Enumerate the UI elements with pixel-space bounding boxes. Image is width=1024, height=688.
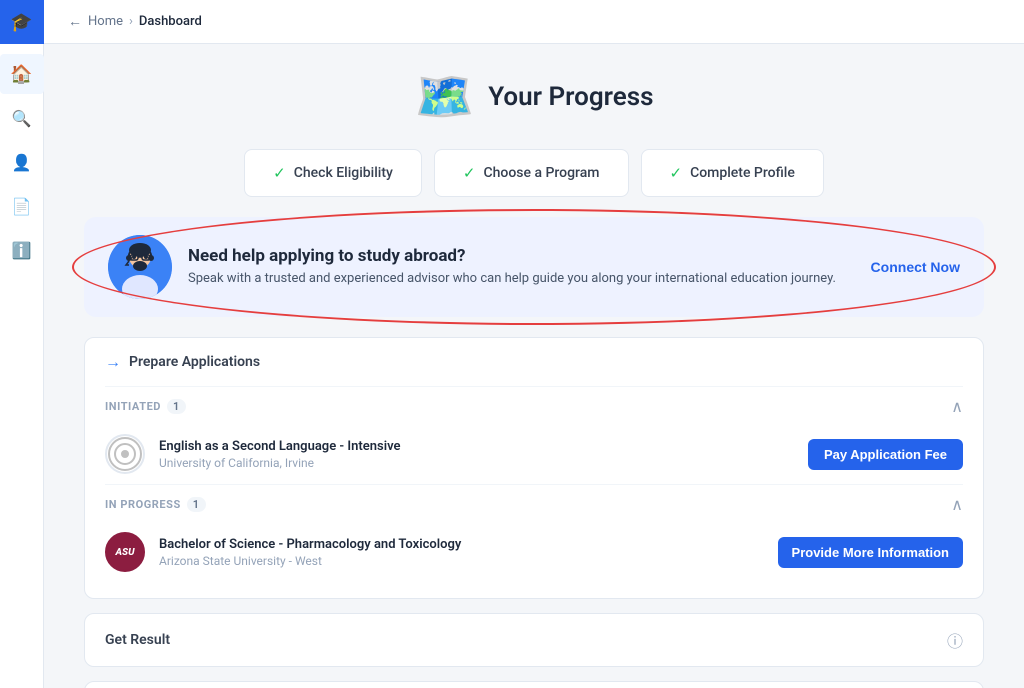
breadcrumb-separator: ›	[129, 14, 133, 29]
asu-app-name: Bachelor of Science - Pharmacology and T…	[159, 537, 764, 552]
help-title: Need help applying to study abroad?	[188, 246, 855, 266]
get-result-title: Get Result	[105, 632, 170, 648]
asu-logo: ASU	[105, 532, 145, 572]
applications-body: INITIATED 1 ∧ English a	[85, 386, 983, 598]
uci-app-name: English as a Second Language - Intensive	[159, 439, 794, 454]
sidebar-item-info[interactable]: ℹ️	[0, 230, 44, 270]
check-icon-program: ✓	[463, 164, 476, 182]
uci-school-name: University of California, Irvine	[159, 456, 794, 470]
connect-now-button[interactable]: Connect Now	[871, 259, 960, 275]
check-icon-eligibility: ✓	[273, 164, 286, 182]
breadcrumb-home[interactable]: Home	[88, 14, 123, 29]
step-label-profile: Complete Profile	[690, 165, 795, 181]
in-progress-text: IN PROGRESS	[105, 498, 181, 511]
in-progress-subsection-header: IN PROGRESS 1 ∧	[105, 484, 963, 522]
step-choose-program[interactable]: ✓ Choose a Program	[434, 149, 629, 197]
help-banner-wrapper: Need help applying to study abroad? Spea…	[84, 217, 984, 317]
get-result-section: Get Result ⓘ	[84, 613, 984, 667]
main-area: ← Home › Dashboard 🗺️ Your Progress ✓ Ch…	[44, 0, 1024, 688]
sidebar-item-search[interactable]: 🔍	[0, 98, 44, 138]
initiated-count: 1	[167, 399, 186, 414]
get-result-header[interactable]: Get Result ⓘ	[85, 614, 983, 666]
prepare-applications-title: → Prepare Applications	[105, 352, 260, 372]
initiated-label: INITIATED 1	[105, 399, 186, 414]
sidebar-logo: 🎓	[0, 0, 44, 44]
uci-logo	[105, 434, 145, 474]
sidebar-item-documents[interactable]: 📄	[0, 186, 44, 226]
initiated-text: INITIATED	[105, 400, 161, 413]
prepare-applications-label: Prepare Applications	[129, 354, 260, 370]
sidebar-item-profile[interactable]: 👤	[0, 142, 44, 182]
top-navigation: ← Home › Dashboard	[44, 0, 1024, 44]
sidebar: 🎓 🏠 🔍 👤 📄 ℹ️	[0, 0, 44, 688]
prepare-applications-header[interactable]: → Prepare Applications	[85, 338, 983, 386]
pay-application-fee-button[interactable]: Pay Application Fee	[808, 439, 963, 470]
check-icon-profile: ✓	[670, 164, 683, 182]
in-progress-label: IN PROGRESS 1	[105, 497, 206, 512]
page-title: Your Progress	[488, 82, 653, 112]
in-progress-count: 1	[187, 497, 206, 512]
apply-for-visa-section: Apply for Visa ⓘ	[84, 681, 984, 688]
logo-icon: 🎓	[10, 12, 32, 33]
info-circle-icon: ℹ️	[12, 241, 32, 260]
search-icon: 🔍	[12, 109, 32, 128]
progress-header: 🗺️ Your Progress	[84, 68, 984, 125]
initiated-chevron-icon[interactable]: ∧	[951, 397, 963, 416]
step-label-eligibility: Check Eligibility	[294, 165, 393, 181]
home-icon: 🏠	[10, 64, 32, 85]
uci-app-info: English as a Second Language - Intensive…	[159, 439, 794, 470]
asu-school-name: Arizona State University - West	[159, 554, 764, 568]
advisor-avatar	[108, 235, 172, 299]
help-text: Need help applying to study abroad? Spea…	[188, 246, 855, 288]
table-row: ASU Bachelor of Science - Pharmacology a…	[105, 522, 963, 582]
prepare-applications-section: → Prepare Applications INITIATED 1 ∧	[84, 337, 984, 599]
person-icon: 👤	[12, 153, 32, 172]
asu-app-info: Bachelor of Science - Pharmacology and T…	[159, 537, 764, 568]
apply-for-visa-header[interactable]: Apply for Visa ⓘ	[85, 682, 983, 688]
arrow-right-icon: →	[105, 352, 121, 372]
asu-logo-text: ASU	[115, 547, 134, 558]
help-description: Speak with a trusted and experienced adv…	[188, 270, 855, 288]
step-check-eligibility[interactable]: ✓ Check Eligibility	[244, 149, 422, 197]
map-icon: 🗺️	[415, 68, 475, 125]
document-icon: 📄	[12, 197, 32, 216]
initiated-subsection-header: INITIATED 1 ∧	[105, 386, 963, 424]
table-row: English as a Second Language - Intensive…	[105, 424, 963, 484]
get-result-info-icon: ⓘ	[947, 628, 963, 652]
sidebar-item-home[interactable]: 🏠	[0, 54, 44, 94]
steps-bar: ✓ Check Eligibility ✓ Choose a Program ✓…	[84, 149, 984, 197]
get-result-label: Get Result	[105, 632, 170, 648]
in-progress-chevron-icon[interactable]: ∧	[951, 495, 963, 514]
back-arrow-icon[interactable]: ←	[68, 13, 82, 30]
provide-more-information-button[interactable]: Provide More Information	[778, 537, 963, 568]
step-label-program: Choose a Program	[483, 165, 599, 181]
help-banner: Need help applying to study abroad? Spea…	[84, 217, 984, 317]
breadcrumb-current: Dashboard	[139, 14, 202, 29]
step-complete-profile[interactable]: ✓ Complete Profile	[641, 149, 824, 197]
content-area: 🗺️ Your Progress ✓ Check Eligibility ✓ C…	[44, 44, 1024, 688]
